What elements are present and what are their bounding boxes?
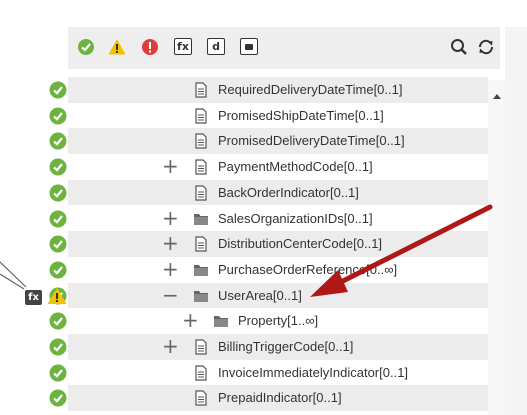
collapse-icon[interactable]: − (162, 285, 179, 305)
expand-icon[interactable]: + (162, 259, 179, 279)
tree-row[interactable]: PrepaidIndicator[0..1] (0, 385, 488, 412)
valid-check-icon (49, 261, 67, 279)
comment-glyph (245, 43, 253, 50)
node-label: PromisedShipDateTime[0..1] (218, 107, 384, 123)
document-icon (195, 365, 207, 381)
document-icon (195, 82, 207, 98)
folder-icon (194, 290, 208, 302)
valid-check-icon (49, 338, 67, 356)
folder-icon (194, 213, 208, 225)
scroll-up-arrow-icon[interactable] (493, 94, 501, 99)
mapping-toolbar: fx d (68, 27, 500, 69)
tree-row[interactable]: + BillingTriggerCode[0..1] (0, 334, 488, 360)
node-label: SalesOrganizationIDs[0..1] (218, 210, 373, 226)
tree-row[interactable]: + SalesOrganizationIDs[0..1] (0, 206, 488, 232)
tree-row[interactable]: PromisedDeliveryDateTime[0..1] (0, 128, 488, 155)
node-label: DistributionCenterCode[0..1] (218, 236, 383, 252)
node-label: PrepaidIndicator[0..1] (218, 390, 342, 406)
valid-check-icon (49, 389, 67, 407)
expand-icon[interactable]: + (162, 208, 179, 228)
node-label: RequiredDeliveryDateTime[0..1] (218, 82, 403, 97)
document-icon (195, 185, 207, 201)
valid-check-icon (49, 184, 67, 202)
valid-check-icon (49, 107, 67, 125)
expand-icon[interactable]: + (162, 233, 179, 253)
node-label: PaymentMethodCode[0..1] (218, 159, 373, 175)
valid-check-icon (49, 312, 67, 330)
node-label: UserArea[0..1] (218, 287, 302, 303)
node-label: Property[1..∞] (238, 313, 319, 329)
valid-check-icon (49, 210, 67, 227)
valid-check-icon (49, 81, 67, 99)
error-filter-icon[interactable] (141, 38, 159, 56)
warning-filter-icon[interactable] (108, 38, 126, 56)
node-label: InvoiceImmediatelyIndicator[0..1] (218, 364, 409, 380)
tree-row[interactable]: − UserArea[0..1] (0, 282, 488, 309)
document-icon (195, 133, 207, 149)
document-icon (195, 390, 207, 406)
tree-row[interactable]: RequiredDeliveryDateTime[0..1] (0, 77, 488, 103)
folder-icon (214, 316, 228, 328)
valid-check-icon (49, 132, 67, 150)
function-mapping-badge[interactable]: fx (25, 290, 42, 305)
tree-row[interactable]: + DistributionCenterCode[0..1] (0, 231, 488, 257)
expand-icon[interactable]: + (162, 336, 179, 356)
valid-filter-icon[interactable] (77, 38, 95, 56)
document-icon (195, 108, 207, 124)
valid-check-icon (49, 158, 67, 176)
expand-icon[interactable]: + (182, 310, 199, 330)
refresh-icon[interactable] (477, 38, 495, 56)
function-icon[interactable]: fx (174, 38, 192, 55)
tree-row[interactable]: PromisedShipDateTime[0..1] (0, 103, 488, 129)
document-icon (195, 339, 207, 355)
valid-check-icon (49, 364, 67, 382)
vertical-scrollbar[interactable] (488, 80, 505, 415)
comment-icon[interactable] (240, 38, 258, 55)
document-icon (195, 236, 207, 252)
mapping-warning-icon[interactable] (47, 287, 67, 305)
valid-check-icon (49, 235, 67, 253)
node-label: BackOrderIndicator[0..1] (218, 184, 359, 200)
search-icon[interactable] (450, 38, 468, 56)
node-label: PurchaseOrderReference[0..∞] (218, 261, 398, 277)
d-icon[interactable]: d (207, 38, 225, 55)
folder-icon (194, 264, 208, 276)
tree-row[interactable]: BackOrderIndicator[0..1] (0, 179, 488, 206)
tree-row[interactable]: + Property[1..∞] (0, 308, 488, 334)
expand-icon[interactable]: + (162, 156, 179, 176)
document-icon (195, 159, 207, 175)
tree-row[interactable]: + PaymentMethodCode[0..1] (0, 154, 488, 180)
tree-row[interactable]: + PurchaseOrderReference[0..∞] (0, 257, 488, 283)
right-panel-edge (505, 27, 527, 415)
node-label: PromisedDeliveryDateTime[0..1] (218, 133, 405, 149)
node-label: BillingTriggerCode[0..1] (218, 339, 354, 354)
tree-row[interactable]: InvoiceImmediatelyIndicator[0..1] (0, 360, 488, 386)
